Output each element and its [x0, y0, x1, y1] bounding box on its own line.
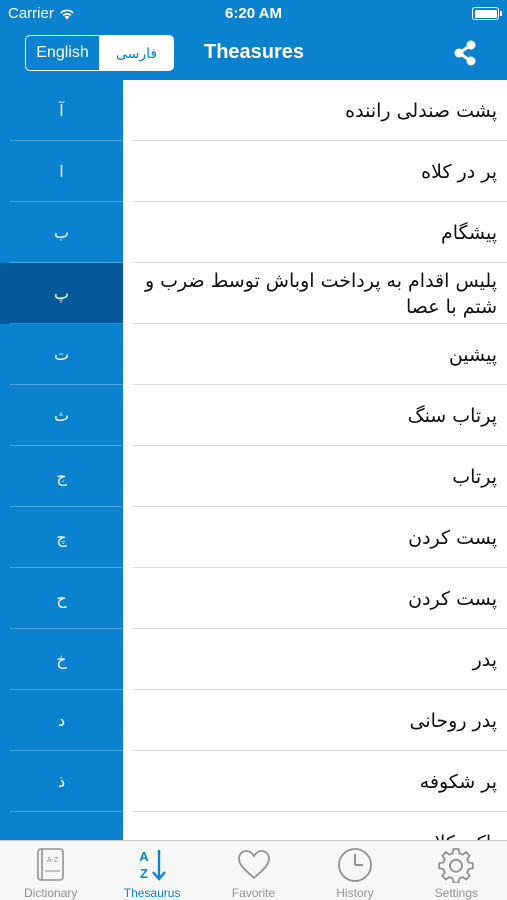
language-toggle: English فارسی	[25, 35, 174, 71]
battery-icon	[472, 7, 502, 20]
entry-text: پست کردن	[408, 526, 497, 549]
entry-text: پلیس اقدام به پرداخت اوباش توسط ضرب و شت…	[144, 269, 497, 318]
entry-text: پرتاب	[452, 465, 497, 488]
index-letter[interactable]: ج	[0, 446, 123, 507]
index-letter-selected[interactable]: پ	[0, 263, 123, 324]
list-item[interactable]: پر در کلاه	[123, 141, 507, 202]
tab-thesaurus[interactable]: A Z Thesaurus	[101, 841, 202, 900]
page-title: Theasures	[204, 41, 305, 63]
index-letter[interactable]: ا	[0, 141, 123, 202]
index-letter[interactable]: خ	[0, 629, 123, 690]
list-item[interactable]: پدر	[123, 629, 507, 690]
tab-label: Favorite	[231, 886, 276, 900]
entry-text: پست کردن	[408, 587, 497, 610]
alphabet-index: آ ا ب پ ت ث ج چ ح خ د ذ ر	[0, 80, 123, 873]
svg-text:A-Z: A-Z	[47, 857, 59, 864]
list-item[interactable]: پیشگام	[123, 202, 507, 263]
status-time: 6:20 AM	[225, 5, 282, 22]
list-item[interactable]: پلیس اقدام به پرداخت اوباش توسط ضرب و شت…	[123, 263, 507, 324]
thesaurus-list[interactable]: پشت صندلی راننده پر در کلاه پیشگام پلیس …	[123, 80, 507, 840]
heart-icon	[237, 850, 270, 880]
tab-history[interactable]: History	[304, 841, 405, 900]
list-item[interactable]: پر شکوفه	[123, 751, 507, 812]
entry-text: پر در کلاه	[421, 160, 497, 183]
clock-icon	[338, 848, 372, 882]
index-letter[interactable]: ت	[0, 324, 123, 385]
list-item[interactable]: پدر روحانی	[123, 690, 507, 751]
language-option-farsi[interactable]: فارسی	[100, 36, 173, 70]
svg-text:Z: Z	[140, 866, 148, 881]
list-item[interactable]: پست کردن	[123, 568, 507, 629]
tab-label: Dictionary	[24, 886, 78, 900]
share-icon[interactable]	[451, 39, 479, 67]
list-item[interactable]: پیشین	[123, 324, 507, 385]
list-item[interactable]: پست کردن	[123, 507, 507, 568]
list-item[interactable]: پشت صندلی راننده	[123, 80, 507, 141]
az-sort-icon: A Z	[139, 849, 167, 881]
entry-text: پدر روحانی	[409, 709, 498, 732]
tab-label: Settings	[434, 886, 478, 900]
entry-text: پرتاب سنگ	[407, 404, 497, 427]
entry-text: پشت صندلی راننده	[345, 99, 497, 122]
list-item[interactable]: پرتاب سنگ	[123, 385, 507, 446]
entry-text: پر شکوفه	[419, 770, 497, 793]
entry-text: پیشین	[448, 343, 497, 366]
gear-icon	[438, 848, 475, 883]
status-bar: Carrier 6:20 AM	[0, 0, 507, 28]
tab-bar: A-Z Dictionary A Z Thesaurus Favorite Hi…	[0, 840, 507, 900]
index-letter[interactable]: ب	[0, 202, 123, 263]
index-letter[interactable]: ث	[0, 385, 123, 446]
tab-label: History	[336, 886, 374, 900]
entry-text: پاکی کلاه	[137, 830, 497, 841]
tab-favorite[interactable]: Favorite	[203, 841, 304, 900]
tab-label: Thesaurus	[123, 886, 181, 900]
tab-settings[interactable]: Settings	[406, 841, 507, 900]
dictionary-book-icon: A-Z	[36, 848, 64, 881]
index-letter[interactable]: چ	[0, 507, 123, 568]
list-item[interactable]: پرتاب	[123, 446, 507, 507]
nav-bar: English فارسی Theasures	[0, 28, 507, 80]
index-letter[interactable]: ح	[0, 568, 123, 629]
entry-text: پیشگام	[440, 221, 497, 244]
svg-text:A: A	[139, 849, 149, 864]
tab-dictionary[interactable]: A-Z Dictionary	[0, 841, 101, 900]
index-letter[interactable]: ذ	[0, 751, 123, 812]
language-option-english[interactable]: English	[26, 36, 100, 70]
index-letter[interactable]: آ	[0, 80, 123, 141]
entry-text: پدر	[472, 648, 497, 671]
index-letter[interactable]: د	[0, 690, 123, 751]
list-item[interactable]: پاکی کلاه	[123, 812, 507, 841]
